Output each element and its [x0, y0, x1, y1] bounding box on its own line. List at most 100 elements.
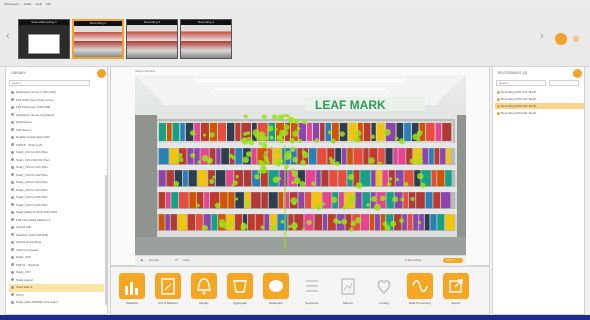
- library-item-label: Study Data F08/F09 (old study): [16, 300, 58, 304]
- tool-heatmaps[interactable]: Heatmaps: [261, 273, 291, 311]
- library-item[interactable]: Video Annotated: [9, 247, 104, 255]
- library-item-label: Study_F01 for F01 Plan: [16, 150, 48, 154]
- product-package: [322, 192, 332, 209]
- tool-sequence[interactable]: Sequence: [297, 273, 327, 311]
- folder-icon: [11, 278, 14, 282]
- library-item[interactable]: Participant Group (Aug/Sept): [9, 112, 104, 120]
- library-item[interactable]: Healthy Foods (F01-F09): [9, 134, 104, 142]
- library-item[interactable]: F0 F1: [9, 292, 104, 300]
- add-icon[interactable]: [555, 33, 567, 45]
- gaze-point: [272, 176, 280, 183]
- chevron-right-icon[interactable]: ›: [540, 30, 544, 42]
- thumbnail-2[interactable]: Recording 2: [72, 19, 124, 59]
- gaze-point: [260, 167, 268, 174]
- library-item[interactable]: Shelf aisle 3: [9, 284, 104, 292]
- library-item[interactable]: Study_F03 for F04 Plan: [9, 187, 104, 195]
- tool-data-processing[interactable]: Data Processing: [405, 273, 435, 311]
- thumbnail-1[interactable]: Scene/Recording 1: [18, 19, 70, 59]
- gaze-point: [403, 181, 409, 187]
- recording-item[interactable]: Recording (F04 F01 Shelf): [495, 110, 584, 116]
- step-icon[interactable]: ⏮: [175, 258, 178, 262]
- mode-select[interactable]: Gaze: [183, 258, 190, 262]
- recordings-add-icon[interactable]: [573, 69, 582, 78]
- gaze-point: [269, 135, 274, 140]
- gaze-point: [263, 154, 267, 159]
- library-search-input[interactable]: Search: [9, 80, 90, 86]
- library-item[interactable]: Study_F09: [9, 254, 104, 262]
- tool-replay[interactable]: Replay: [189, 273, 219, 311]
- library-item[interactable]: Participants: [9, 119, 104, 127]
- recording-item[interactable]: Recording (F01 F01 Shelf): [495, 89, 584, 95]
- library-item[interactable]: F04/F5 - Shelf Light: [9, 142, 104, 150]
- tool-coding[interactable]: Coding: [369, 273, 399, 311]
- library-item[interactable]: Variant A/B: [9, 224, 104, 232]
- product-package: [385, 148, 393, 165]
- recording-item[interactable]: Recording (F02 F01 Shelf): [495, 96, 584, 102]
- scene-video[interactable]: LEAF MARK: [135, 75, 466, 255]
- recordings-filter-select[interactable]: [549, 80, 579, 86]
- library-item[interactable]: Study_F04 for F05 Plan: [9, 194, 104, 202]
- library-item-label: Study Export: [16, 277, 34, 282]
- product-package: [338, 170, 347, 187]
- product-package: [347, 148, 353, 165]
- recording-item-label: Recording (F04 F01 Shelf): [501, 111, 537, 115]
- product-package: [209, 123, 217, 141]
- library-item[interactable]: F05 Final Shelf Markers F: [9, 217, 104, 225]
- tool-metrics[interactable]: Metrics: [333, 273, 363, 311]
- menu-info[interactable]: Info: [46, 2, 51, 6]
- tool-statistics[interactable]: Statistics: [117, 273, 147, 311]
- recordings-search-input[interactable]: Search: [496, 80, 546, 86]
- menu-workspace[interactable]: Workspace: [4, 2, 19, 6]
- library-item[interactable]: Study_F03 for F03 Plan: [9, 179, 104, 187]
- library-item[interactable]: F02 Participant (F05-F08): [9, 104, 104, 112]
- options-icon[interactable]: [573, 36, 579, 42]
- play-icon[interactable]: ▶: [141, 258, 143, 262]
- menu-help[interactable]: Help: [36, 2, 42, 6]
- library-item[interactable]: Variant Recordings: [9, 239, 104, 247]
- speed-select[interactable]: Normal: [149, 258, 159, 262]
- library-item[interactable]: Participant Group 1 (F01-F09): [9, 89, 104, 97]
- product-package: [424, 214, 430, 231]
- playback-controls: ▶ Normal ⏮ Gaze ● Recording Export: [135, 255, 466, 266]
- library-item[interactable]: Study_F01-F02 F01 Plan: [9, 157, 104, 165]
- library-scrollbar[interactable]: [105, 175, 107, 305]
- library-item[interactable]: Study Markers (F01-F09) 2019: [9, 209, 104, 217]
- viewer-header: Scene Camera: [135, 69, 156, 73]
- thumbnail-3[interactable]: Recording 3: [126, 19, 178, 59]
- library-item-label: Study_F01-F02 F01 Plan: [16, 157, 50, 162]
- gaze-point: [246, 151, 252, 157]
- library-add-icon[interactable]: [97, 69, 106, 78]
- gaze-point: [229, 221, 235, 226]
- library-item[interactable]: Study_F07: [9, 269, 104, 277]
- gaze-point: [316, 204, 322, 211]
- library-item[interactable]: Study Export: [9, 277, 104, 285]
- folder-icon: [11, 240, 14, 244]
- export-pill[interactable]: Export: [443, 258, 463, 263]
- chevron-left-icon[interactable]: ‹: [6, 30, 10, 42]
- gaze-point: [384, 225, 391, 232]
- tool-label: Heatmaps: [269, 301, 283, 305]
- library-item[interactable]: Study_F02 for F02 Plan: [9, 172, 104, 180]
- gaze-point: [228, 153, 233, 159]
- library-item[interactable]: Study_F04 for F06 Plan: [9, 202, 104, 210]
- product-package: [226, 123, 235, 141]
- gaze-point: [291, 222, 298, 230]
- library-item[interactable]: Selection (F01-F09 A/B): [9, 232, 104, 240]
- library-item[interactable]: Study Data F08/F09 (old study): [9, 299, 104, 307]
- library-panel: LIBRARY Search Participant Group 1 (F01-…: [5, 66, 108, 315]
- recording-item[interactable]: Recording (F03 F01 Shelf): [495, 103, 584, 109]
- library-item[interactable]: Study_F02 for F01 Plan: [9, 164, 104, 172]
- gaze-point: [384, 128, 391, 136]
- library-item[interactable]: Study_F01 for F01 Plan: [9, 149, 104, 157]
- tool-aoi-markers[interactable]: AOI & Markers: [153, 273, 183, 311]
- tool-export[interactable]: Export: [441, 273, 471, 311]
- library-item[interactable]: F01 Shelf View Study Group: [9, 97, 104, 105]
- tool-aggregate[interactable]: Aggregate: [225, 273, 255, 311]
- product-package: [180, 123, 185, 141]
- menu-study[interactable]: Study: [24, 2, 32, 6]
- library-item[interactable]: F03 Gaze 1: [9, 127, 104, 135]
- library-item[interactable]: F06 10 - Shelf 04: [9, 262, 104, 270]
- gaze-point: [176, 159, 180, 163]
- gaze-point: [235, 197, 239, 201]
- thumbnail-4[interactable]: Recording 4: [180, 19, 232, 59]
